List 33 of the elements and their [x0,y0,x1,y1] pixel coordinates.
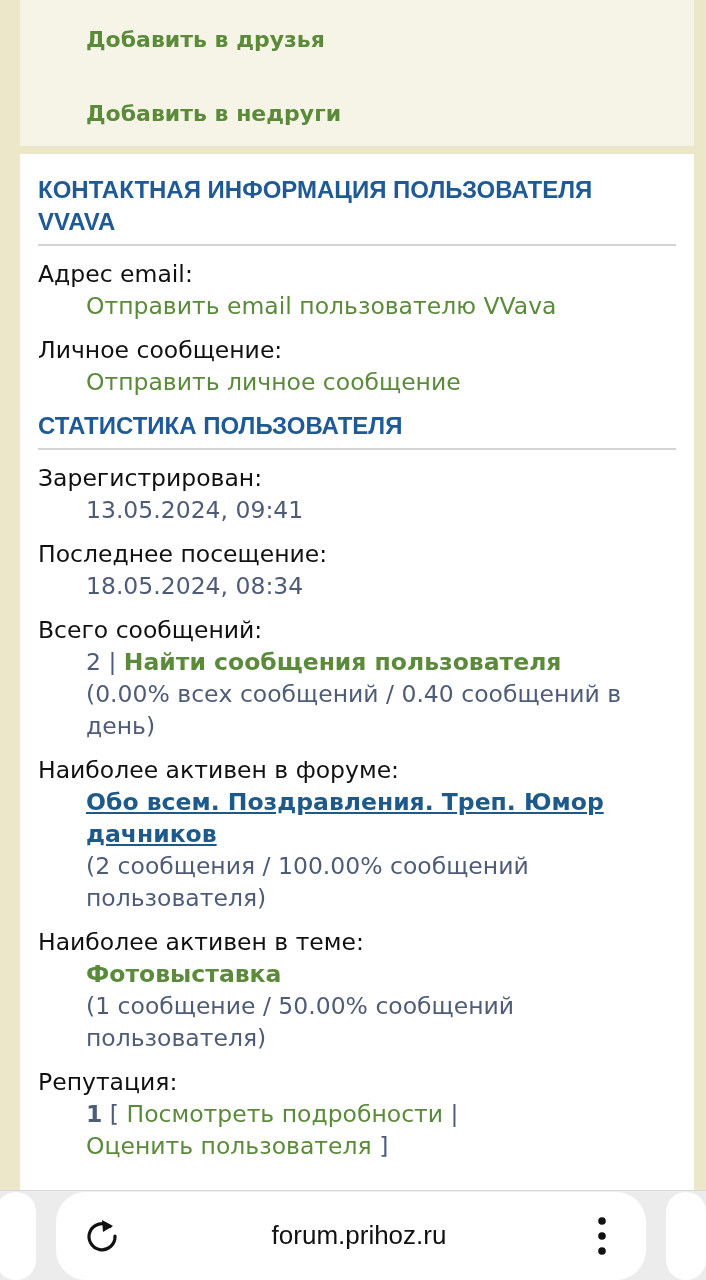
field-label: Последнее посещение: [38,539,329,570]
field-value: 1 [86,1100,103,1128]
forum-link[interactable]: Обо всем. Поздравления. Треп. Юмор дачников [86,786,676,850]
field-value: (2 сообщения / 100.00% сообщений пользователя) [86,852,529,912]
field-link[interactable]: Отправить личное сообщение [86,368,461,396]
section-heading: КОНТАКТНАЯ ИНФОРМАЦИЯ ПОЛЬЗОВАТЕЛЯ VVAVA [38,176,593,235]
field-value: ] [379,1132,389,1160]
action-link[interactable]: Добавить в недруги [86,100,342,128]
field-value: 18.05.2024, 08:34 [86,572,304,600]
field-value: [ [109,1100,119,1128]
more-icon[interactable] [598,1216,606,1255]
url-text: forum.prihoz.ru [271,1220,447,1251]
field-link[interactable]: Посмотреть подробности [126,1100,444,1128]
field-label: Личное сообщение: [38,335,284,366]
field-label: Наиболее активен в теме: [38,927,365,958]
field-label: Всего сообщений: [38,615,264,646]
field-value: (1 сообщение / 50.00% сообщений пользователя) [86,992,515,1052]
address-bar[interactable]: forum.prihoz.ru [56,1191,646,1280]
field-value: 2 | [86,648,117,676]
field-label: Репутация: [38,1067,179,1098]
field-link[interactable]: Фотовыставка [86,960,282,988]
field-link[interactable]: Отправить email пользователю VVava [86,292,557,320]
field-value: | [450,1100,459,1128]
field-label: Зарегистрирован: [38,463,264,494]
field-label: Наиболее активен в форуме: [38,755,401,786]
action-link[interactable]: Добавить в друзья [86,26,325,54]
field-value: (0.00% всех сообщений / 0.40 сообщений в день) [86,680,622,740]
reload-icon[interactable] [84,1217,120,1254]
field-value: 13.05.2024, 09:41 [86,496,304,524]
field-label: Адрес email: [38,259,194,290]
section-heading: СТАТИСТИКА ПОЛЬЗОВАТЕЛЯ [38,412,403,439]
field-link[interactable]: Найти сообщения пользователя [123,648,562,676]
field-link[interactable]: Оценить пользователя [86,1132,372,1160]
